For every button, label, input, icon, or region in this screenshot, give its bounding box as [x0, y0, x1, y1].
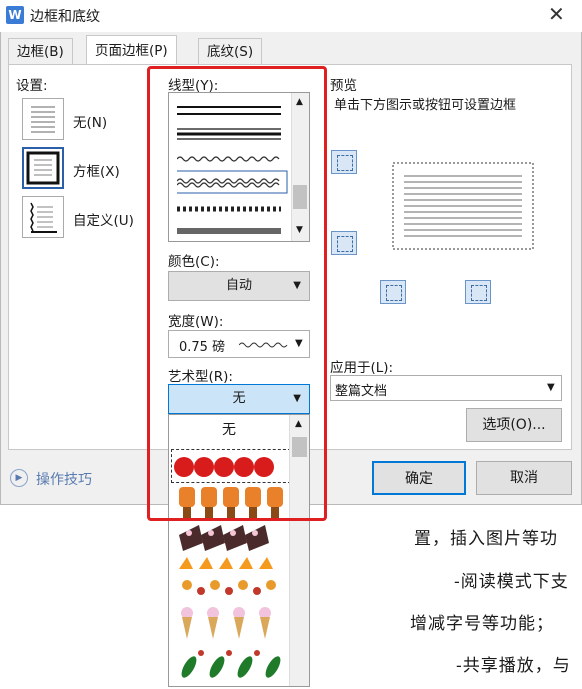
art-option-cake-slices[interactable] — [179, 523, 287, 553]
tab-shading[interactable]: 底纹(S) — [198, 38, 263, 64]
wps-writer-icon: W — [6, 6, 24, 24]
preview-hint: 单击下方图示或按钮可设置边框 — [334, 98, 517, 113]
apply-to-value: 整篇文档 — [335, 384, 388, 399]
tips-link[interactable]: 操作技巧 — [36, 469, 92, 489]
setting-custom-icon[interactable] — [22, 196, 64, 238]
settings-heading: 设置: — [16, 78, 48, 94]
apply-to-label: 应用于(L): — [330, 360, 394, 376]
document-line: 置，插入图片等功 — [414, 529, 558, 549]
setting-none-label[interactable]: 无(N) — [73, 111, 107, 131]
left-border-button[interactable] — [380, 280, 406, 304]
art-option-ice-cream[interactable] — [179, 605, 287, 643]
document-line: -阅读模式下支 — [454, 572, 569, 592]
tab-page-border[interactable]: 页面边框(P) — [86, 35, 177, 65]
art-option-candy-corn[interactable] — [179, 555, 287, 575]
tab-borders[interactable]: 边框(B) — [8, 38, 73, 64]
options-button[interactable]: 选项(O)... — [466, 408, 562, 442]
setting-box-label[interactable]: 方框(X) — [73, 160, 120, 180]
setting-box-icon[interactable] — [22, 147, 64, 189]
play-icon[interactable]: ▶ — [10, 469, 28, 487]
dialog-title: 边框和底纹 — [30, 9, 100, 25]
highlight-annotation — [147, 66, 327, 521]
top-border-button[interactable] — [331, 150, 357, 174]
art-option-leaves[interactable] — [179, 577, 287, 605]
chevron-down-icon: ▼ — [547, 382, 555, 393]
bottom-border-button[interactable] — [331, 231, 357, 255]
ok-button[interactable]: 确定 — [372, 461, 466, 495]
right-border-button[interactable] — [465, 280, 491, 304]
document-line: 增减字号等功能； — [410, 614, 554, 634]
setting-custom-label[interactable]: 自定义(U) — [73, 209, 134, 229]
art-option-vegetables[interactable] — [179, 645, 287, 685]
document-line: -共享播放，与 — [456, 656, 571, 676]
apply-to-dropdown[interactable]: 整篇文档 ▼ — [330, 375, 562, 401]
close-icon[interactable]: ✕ — [548, 2, 565, 26]
preview-page[interactable] — [390, 160, 536, 252]
setting-none-icon[interactable] — [22, 98, 64, 140]
preview-heading: 预览 — [330, 78, 357, 94]
cancel-button[interactable]: 取消 — [476, 461, 572, 495]
